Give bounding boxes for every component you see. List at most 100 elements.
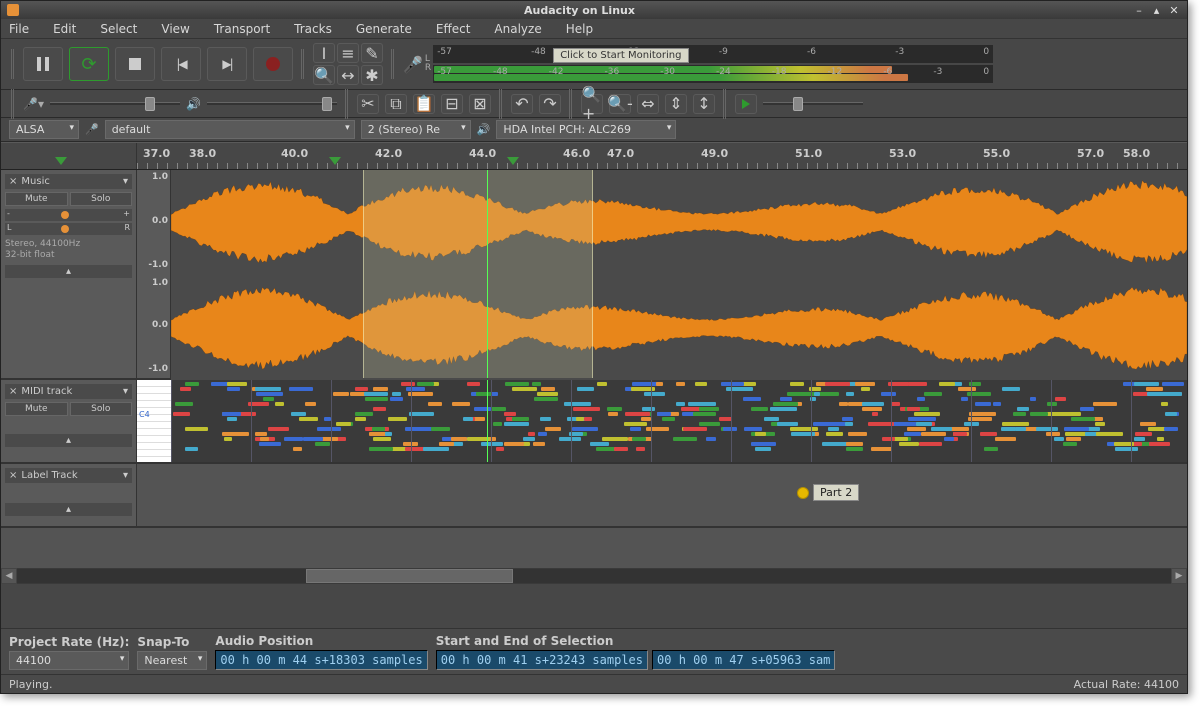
track-menu-button[interactable]: ×Music▾ [5, 174, 132, 189]
solo-button[interactable]: Solo [70, 402, 133, 416]
menu-file[interactable]: File [9, 22, 29, 36]
menu-help[interactable]: Help [566, 22, 593, 36]
menu-edit[interactable]: Edit [53, 22, 76, 36]
gain-slider[interactable]: -+ [5, 209, 132, 221]
label-display[interactable]: Part 2 [137, 464, 1187, 526]
timeline-ruler[interactable]: 37.038.040.042.044.046.047.049.051.053.0… [1, 142, 1187, 170]
label-text[interactable]: Part 2 [813, 484, 859, 501]
titlebar[interactable]: Audacity on Linux – ▴ ✕ [1, 1, 1187, 19]
record-button[interactable] [253, 47, 293, 81]
actual-rate-label: Actual Rate: 44100 [1074, 678, 1179, 691]
solo-button[interactable]: Solo [70, 192, 133, 206]
mic-icon[interactable]: 🎤 [403, 55, 423, 74]
piano-ruler[interactable]: C4 [137, 380, 171, 462]
selection-region[interactable] [363, 170, 593, 378]
zoom-tool-button[interactable]: 🔍 [313, 65, 335, 85]
grip[interactable] [345, 89, 349, 119]
menu-select[interactable]: Select [100, 22, 137, 36]
recording-volume-slider[interactable] [50, 95, 180, 113]
track-control-panel[interactable]: ×Label Track▾ ▴ [1, 464, 137, 526]
menu-view[interactable]: View [161, 22, 189, 36]
zoom-in-button[interactable]: 🔍+ [581, 94, 603, 114]
track-control-panel[interactable]: ×MIDI track▾ MuteSolo ▴ [1, 380, 137, 462]
maximize-button[interactable]: ▴ [1150, 4, 1164, 17]
scroll-left-button[interactable]: ◀ [1, 568, 17, 584]
skip-end-button[interactable]: ▶| [207, 47, 247, 81]
label-point-icon[interactable] [797, 487, 809, 499]
grip[interactable] [11, 89, 15, 119]
grip[interactable] [723, 89, 727, 119]
menu-tracks[interactable]: Tracks [294, 22, 332, 36]
project-rate-combo[interactable]: 44100 [9, 651, 129, 670]
stop-button[interactable] [115, 47, 155, 81]
play-at-speed-button[interactable] [735, 94, 757, 114]
grip[interactable] [569, 89, 573, 119]
selection-end-marker-icon[interactable] [507, 157, 519, 165]
redo-button[interactable]: ↷ [539, 94, 561, 114]
menu-analyze[interactable]: Analyze [494, 22, 541, 36]
fit-selection-button[interactable]: ⇔ [637, 94, 659, 114]
recording-meter[interactable]: -57 -48 Click to Start Monitoring -12 -9… [433, 45, 993, 63]
playback-speed-slider[interactable] [763, 95, 863, 113]
zoom-toggle-button[interactable]: ↕ [693, 94, 715, 114]
fit-project-button[interactable]: ⇕ [665, 94, 687, 114]
project-rate-label: Project Rate (Hz): [9, 635, 129, 649]
timeshift-tool-button[interactable]: ↔ [337, 65, 359, 85]
midi-display[interactable]: C4 [137, 380, 1187, 462]
mute-button[interactable]: Mute [5, 192, 68, 206]
recording-channels-combo[interactable]: 2 (Stereo) Re [361, 120, 471, 139]
trim-button[interactable]: ⊟ [441, 94, 463, 114]
horizontal-scrollbar[interactable]: ◀ ▶ [1, 568, 1187, 584]
multi-tool-button[interactable]: ✱ [361, 65, 383, 85]
draw-tool-button[interactable]: ✎ [361, 43, 383, 63]
selection-end-field[interactable]: 00 h 00 m 47 s+05963 sam [652, 650, 835, 670]
selection-start-field[interactable]: 00 h 00 m 41 s+23243 samples [436, 650, 648, 670]
track-menu-button[interactable]: ×Label Track▾ [5, 468, 132, 483]
track-menu-button[interactable]: ×MIDI track▾ [5, 384, 132, 399]
quick-play-region[interactable] [1, 143, 137, 169]
snap-to-combo[interactable]: Nearest [137, 651, 207, 670]
undo-button[interactable]: ↶ [511, 94, 533, 114]
playback-device-combo[interactable]: HDA Intel PCH: ALC269 [496, 120, 676, 139]
pan-slider[interactable]: LR [5, 223, 132, 235]
playback-meter[interactable]: -57 -48 -42 -36 -30 -24 -18 -12 -6 -3 0 [433, 65, 993, 83]
grip[interactable] [391, 49, 395, 79]
playback-volume-slider[interactable] [207, 95, 337, 113]
paste-button[interactable]: 📋 [413, 94, 435, 114]
menu-effect[interactable]: Effect [436, 22, 471, 36]
skip-start-button[interactable]: |◀ [161, 47, 201, 81]
collapse-button[interactable]: ▴ [5, 265, 132, 278]
waveform-display[interactable]: 1.0 0.0 -1.0 1.0 0.0 -1.0 [137, 170, 1187, 378]
collapse-button[interactable]: ▴ [5, 434, 132, 447]
recording-device-combo[interactable]: default [105, 120, 355, 139]
selection-start-marker-icon[interactable] [329, 157, 341, 165]
close-track-button[interactable]: × [9, 176, 17, 187]
close-track-button[interactable]: × [9, 386, 17, 397]
scrollbar-thumb[interactable] [306, 569, 514, 583]
close-button[interactable]: ✕ [1167, 4, 1181, 17]
copy-button[interactable]: ⧉ [385, 94, 407, 114]
minimize-button[interactable]: – [1132, 4, 1146, 17]
mute-button[interactable]: Mute [5, 402, 68, 416]
cut-button[interactable]: ✂ [357, 94, 379, 114]
grip[interactable] [499, 89, 503, 119]
audio-position-field[interactable]: 00 h 00 m 44 s+18303 samples [215, 650, 427, 670]
silence-button[interactable]: ⊠ [469, 94, 491, 114]
selection-tool-button[interactable]: I [313, 43, 335, 63]
close-track-button[interactable]: × [9, 470, 17, 481]
audio-host-combo[interactable]: ALSA [9, 120, 79, 139]
menu-transport[interactable]: Transport [214, 22, 270, 36]
zoom-out-button[interactable]: 🔍- [609, 94, 631, 114]
scroll-right-button[interactable]: ▶ [1171, 568, 1187, 584]
vertical-scale[interactable]: 1.0 0.0 -1.0 1.0 0.0 -1.0 [137, 170, 171, 378]
grip[interactable] [301, 49, 305, 79]
pause-button[interactable] [23, 47, 63, 81]
collapse-button[interactable]: ▴ [5, 503, 132, 516]
envelope-tool-button[interactable]: ≡ [337, 43, 359, 63]
loop-play-button[interactable]: ⟳ [69, 47, 109, 81]
menu-generate[interactable]: Generate [356, 22, 412, 36]
track-control-panel[interactable]: ×Music▾ MuteSolo -+ LR Stereo, 44100Hz32… [1, 170, 137, 378]
grip[interactable] [11, 49, 15, 79]
label-marker[interactable]: Part 2 [797, 484, 859, 501]
start-monitoring-button[interactable]: Click to Start Monitoring [553, 48, 688, 63]
